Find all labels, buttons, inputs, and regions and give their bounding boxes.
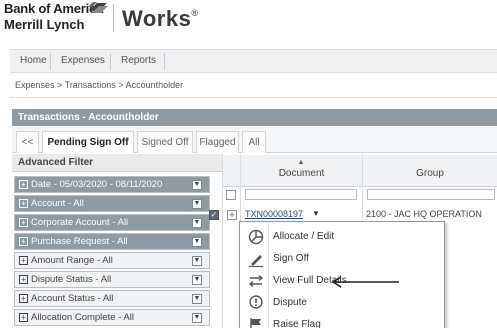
- filter-funnel-icon[interactable]: ▼: [192, 237, 202, 247]
- menu-item-raise-flag[interactable]: Raise Flag: [240, 314, 444, 328]
- select-all-checkbox[interactable]: [226, 190, 236, 200]
- breadcrumb: Expenses > Transactions > Accountholder: [15, 80, 184, 90]
- filter-funnel-icon[interactable]: ▼: [192, 294, 202, 304]
- row-expand-icon[interactable]: +: [227, 210, 237, 220]
- row-menu-caret-icon[interactable]: ▼: [312, 209, 320, 218]
- filter-funnel-icon[interactable]: ▼: [192, 218, 202, 228]
- tab-flagged[interactable]: Flagged: [196, 131, 239, 153]
- brand-name-line2: Merrill Lynch: [4, 17, 85, 32]
- product-title: Works: [122, 6, 192, 31]
- filter-funnel-icon[interactable]: ▼: [192, 313, 202, 323]
- nav-expenses[interactable]: Expenses: [61, 55, 105, 66]
- select-column-header: [223, 155, 240, 187]
- bank-of-america-flag-icon: [88, 2, 108, 13]
- filter-dispute-status[interactable]: + Dispute Status - All ▼: [14, 271, 210, 288]
- filter-label: Dispute Status - All: [31, 274, 112, 285]
- transaction-tabs: << Pending Sign Off Signed Off Flagged A…: [12, 127, 497, 153]
- filter-label: Purchase Request - All: [31, 236, 128, 247]
- filter-funnel-icon[interactable]: ▼: [192, 256, 202, 266]
- filter-funnel-icon[interactable]: ▼: [192, 199, 202, 209]
- expand-plus-icon: +: [19, 237, 28, 246]
- filter-label: Account Status - All: [31, 293, 114, 304]
- nav-separator: [50, 53, 51, 70]
- nav-home[interactable]: Home: [20, 55, 47, 66]
- advanced-filter-heading: Advanced Filter: [12, 154, 222, 172]
- product-name: Works®: [122, 6, 198, 32]
- expand-plus-icon: +: [19, 294, 28, 303]
- filter-account[interactable]: + Account - All ▼: [14, 195, 210, 212]
- menu-item-label: Allocate / Edit: [273, 231, 335, 242]
- expand-plus-icon: +: [19, 218, 28, 227]
- expand-plus-icon: +: [19, 256, 28, 265]
- tab-signed-off[interactable]: Signed Off: [137, 131, 193, 153]
- dispute-speech-icon: [249, 295, 263, 309]
- group-filter-input[interactable]: [367, 189, 495, 200]
- menu-item-dispute[interactable]: Dispute: [240, 292, 444, 314]
- filter-label: Amount Range - All: [31, 255, 113, 266]
- transaction-id-link[interactable]: TXN00008197: [245, 209, 303, 219]
- column-header-document[interactable]: ▲ Document: [241, 155, 362, 187]
- menu-item-label: Sign Off: [273, 253, 309, 264]
- document-filter-input[interactable]: [245, 189, 357, 200]
- row-checkbox[interactable]: ✓: [209, 210, 219, 220]
- tab-back[interactable]: <<: [16, 131, 39, 153]
- filter-funnel-icon[interactable]: ▼: [192, 180, 202, 190]
- filter-corporate-account[interactable]: + Corporate Account - All ▼: [14, 214, 210, 231]
- column-header-label: Document: [278, 168, 325, 179]
- product-trademark: ®: [191, 8, 199, 18]
- filter-label: Corporate Account - All: [31, 217, 129, 228]
- sort-caret-icon: ▲: [297, 159, 305, 166]
- expand-plus-icon: +: [19, 275, 28, 284]
- pointer-arrow-annotation: [331, 276, 399, 288]
- filter-label: Account - All: [31, 198, 84, 209]
- menu-item-allocate-edit[interactable]: Allocate / Edit: [240, 226, 444, 248]
- filter-funnel-icon[interactable]: ▼: [192, 275, 202, 285]
- raise-flag-icon: [250, 318, 261, 328]
- nav-reports[interactable]: Reports: [121, 55, 156, 66]
- tab-pending-sign-off[interactable]: Pending Sign Off: [42, 131, 134, 153]
- filter-label: Date - 05/03/2020 - 08/11/2020: [31, 179, 163, 190]
- expand-plus-icon: +: [19, 199, 28, 208]
- menu-item-sign-off[interactable]: Sign Off: [240, 248, 444, 270]
- tab-all[interactable]: All: [242, 131, 266, 153]
- breadcrumb-divider: [10, 97, 497, 98]
- filter-label: Allocation Complete - All: [31, 312, 134, 323]
- expand-plus-icon: +: [19, 313, 28, 322]
- nav-separator: [110, 53, 111, 70]
- column-header-group[interactable]: Group: [363, 155, 497, 187]
- allocate-edit-icon: [248, 229, 264, 245]
- panel-title: Transactions - Accountholder: [12, 109, 497, 126]
- column-header-label: Group: [416, 168, 444, 179]
- filter-account-status[interactable]: + Account Status - All ▼: [14, 290, 210, 307]
- sign-off-pen-icon: [249, 255, 263, 267]
- top-navigation: Home Expenses Reports: [10, 49, 497, 73]
- menu-item-label: Raise Flag: [273, 319, 321, 328]
- row-group-cell: 2100 - JAC HQ OPERATION: [366, 209, 482, 219]
- view-details-arrows-icon: [248, 274, 264, 288]
- expand-plus-icon: +: [19, 180, 28, 189]
- filter-date[interactable]: + Date - 05/03/2020 - 08/11/2020 ▼: [14, 176, 210, 193]
- menu-item-label: Dispute: [273, 297, 307, 308]
- nav-separator: [164, 53, 165, 70]
- filter-amount-range[interactable]: + Amount Range - All ▼: [14, 252, 210, 269]
- row-context-menu: Allocate / Edit Sign Off View Full Detai…: [239, 221, 445, 328]
- filter-allocation-complete[interactable]: + Allocation Complete - All ▼: [14, 309, 210, 326]
- brand-divider: [113, 4, 114, 32]
- filter-purchase-request[interactable]: + Purchase Request - All ▼: [14, 233, 210, 250]
